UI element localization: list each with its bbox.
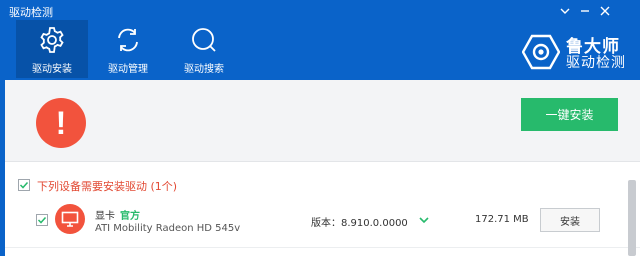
tab-label: 驱动管理 (108, 64, 148, 75)
check-icon (19, 181, 29, 189)
brand-subtitle: 驱动检测 (566, 55, 626, 71)
monitor-icon (55, 204, 85, 234)
minimize-icon (581, 10, 589, 12)
driver-detection-window: 驱动检测 驱动安装 驱动管理 驱动搜索 鲁大师 驱动检测 ! 一键安装 下列设备… (0, 0, 640, 256)
driver-size: 172.71 MB (475, 214, 529, 225)
tab-driver-search[interactable]: 驱动搜索 (168, 20, 240, 78)
search-icon (192, 28, 216, 52)
tab-driver-manage[interactable]: 驱动管理 (92, 20, 164, 78)
section-title: 下列设备需要安装驱动 (1个) (37, 180, 178, 193)
window-minimize-button[interactable] (576, 2, 594, 20)
driver-list-section: 下列设备需要安装驱动 (1个) (5, 163, 640, 195)
exclamation-icon: ! (36, 98, 86, 148)
title-bar: 驱动检测 (0, 0, 640, 22)
lu-dashi-logo-icon (522, 34, 560, 70)
header-bar: 驱动检测 驱动安装 驱动管理 驱动搜索 鲁大师 驱动检测 (0, 0, 640, 80)
alert-panel: ! 一键安装 (5, 80, 640, 162)
gear-icon (40, 27, 64, 53)
close-icon (600, 6, 610, 16)
refresh-icon (118, 28, 138, 52)
chevron-down-icon (560, 8, 570, 14)
official-badge: 官方 (120, 211, 140, 222)
device-name: 显卡 (95, 211, 115, 222)
install-button[interactable]: 安装 (540, 208, 600, 232)
check-icon (37, 216, 47, 224)
chevron-down-icon[interactable] (417, 214, 431, 226)
window-menu-button[interactable] (556, 2, 574, 20)
select-all-checkbox[interactable] (18, 179, 30, 191)
monitor-glyph (61, 211, 79, 227)
window-close-button[interactable] (596, 2, 614, 20)
install-all-button[interactable]: 一键安装 (521, 98, 618, 131)
device-checkbox[interactable] (36, 214, 48, 226)
scrollbar[interactable] (628, 180, 636, 256)
tab-label: 驱动搜索 (184, 64, 224, 75)
tab-label: 驱动安装 (32, 64, 72, 75)
brand-logo-block: 鲁大师 驱动检测 (522, 32, 628, 72)
window-title: 驱动检测 (9, 6, 53, 19)
tab-driver-install[interactable]: 驱动安装 (16, 20, 88, 78)
device-model: ATI Mobility Radeon HD 545v (95, 223, 241, 234)
driver-version: 版本：8.910.0.0000 (311, 218, 408, 229)
table-row: 显卡 官方 ATI Mobility Radeon HD 545v 版本：8.9… (5, 196, 640, 248)
alert-symbol: ! (55, 104, 67, 141)
